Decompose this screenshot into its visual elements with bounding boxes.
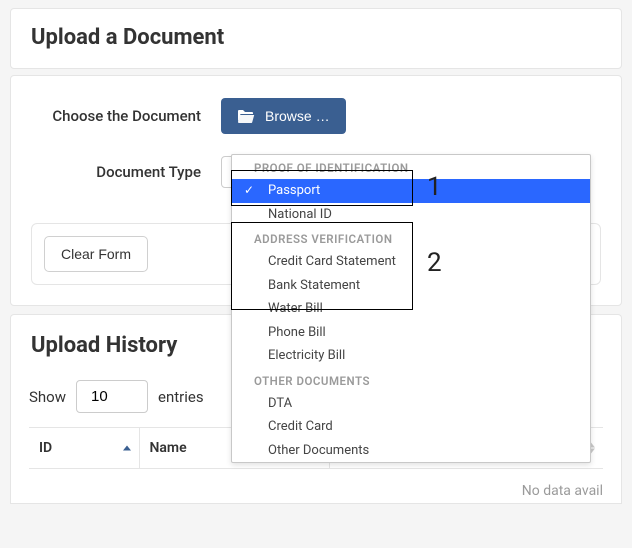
page-size-input[interactable] — [76, 380, 148, 413]
dropdown-option-phone-bill[interactable]: Phone Bill — [232, 321, 590, 345]
dropdown-option-bank-statement[interactable]: Bank Statement — [232, 274, 590, 298]
column-label: Name — [150, 440, 187, 456]
document-type-label: Document Type — [31, 163, 221, 181]
choose-document-label: Choose the Document — [31, 107, 221, 125]
dropdown-option-other-documents[interactable]: Other Documents — [232, 439, 590, 463]
document-type-dropdown[interactable]: PROOF OF IDENTIFICATION Passport Nationa… — [231, 154, 591, 463]
dropdown-group-label: OTHER DOCUMENTS — [232, 368, 590, 392]
browse-button-label: Browse … — [265, 108, 330, 124]
no-data-message: No data avail — [29, 469, 603, 503]
annotation-label-1: 1 — [427, 172, 442, 202]
dropdown-option-dta[interactable]: DTA — [232, 392, 590, 416]
clear-form-button[interactable]: Clear Form — [44, 236, 148, 272]
annotation-label-2: 2 — [427, 248, 442, 278]
sort-icon — [123, 446, 131, 451]
column-label: ID — [39, 440, 52, 456]
dropdown-option-electricity-bill[interactable]: Electricity Bill — [232, 344, 590, 368]
dropdown-option-credit-card[interactable]: Credit Card — [232, 415, 590, 439]
choose-document-row: Choose the Document Browse … — [31, 98, 601, 134]
entries-label: entries — [158, 388, 204, 406]
browse-button[interactable]: Browse … — [221, 98, 346, 134]
dropdown-option-water-bill[interactable]: Water Bill — [232, 297, 590, 321]
upload-form: Choose the Document Browse … Document Ty… — [10, 75, 622, 306]
dropdown-option-national-id[interactable]: National ID — [232, 203, 590, 227]
show-label: Show — [29, 388, 66, 406]
dropdown-option-cc-statement[interactable]: Credit Card Statement — [232, 250, 590, 274]
dropdown-group-label: ADDRESS VERIFICATION — [232, 226, 590, 250]
page-title: Upload a Document — [10, 8, 622, 69]
dropdown-group-label: PROOF OF IDENTIFICATION — [232, 155, 590, 179]
dropdown-option-passport[interactable]: Passport — [232, 179, 590, 203]
folder-open-icon — [237, 109, 255, 123]
column-header-id[interactable]: ID — [29, 428, 139, 469]
